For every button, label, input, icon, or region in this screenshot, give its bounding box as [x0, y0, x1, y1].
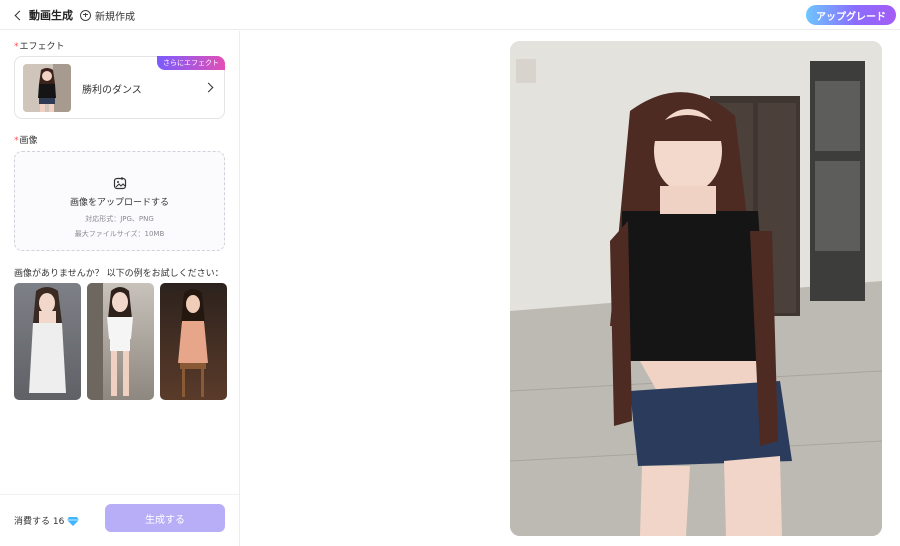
new-creation-button[interactable]: 新規作成 [80, 6, 135, 24]
required-mark: * [14, 136, 19, 146]
video-preview [510, 41, 882, 536]
credit-cost-label: 消費する 16 [14, 517, 65, 527]
example-image-1-art [29, 287, 66, 393]
diamond-icon [67, 516, 80, 526]
effect-label-text: エフェクト [19, 42, 65, 52]
new-creation-label: 新規作成 [95, 11, 135, 23]
example-images [14, 283, 227, 400]
example-image-3-art [178, 289, 208, 397]
upload-formats: 対応形式：JPG、PNG [85, 215, 154, 223]
settings-panel: *エフェクト 勝利のダンス さらにエフェクト *画像 画像をアップロードする 対… [0, 31, 240, 546]
plus-circle-icon [80, 9, 91, 21]
example-image-2[interactable] [87, 283, 154, 400]
effect-selector[interactable]: 勝利のダンス さらにエフェクト [14, 56, 225, 119]
preview-image [510, 41, 882, 536]
example-image-3[interactable] [160, 283, 227, 400]
generate-button[interactable]: 生成する [105, 504, 225, 532]
back-button[interactable]: 動画生成 [13, 6, 77, 24]
examples-label: 画像がありませんか？ 以下の例をお試しください： [14, 269, 224, 279]
required-mark: * [14, 42, 19, 52]
footer-bar: 消費する 16 生成する [0, 494, 239, 546]
credit-cost: 消費する 16 [14, 514, 80, 527]
more-effects-badge[interactable]: さらにエフェクト [157, 56, 225, 70]
upload-max-size: 最大ファイルサイズ：10MB [74, 230, 165, 238]
example-image-1[interactable] [14, 283, 81, 400]
effect-thumbnail [23, 64, 71, 112]
upload-title: 画像をアップロードする [69, 198, 169, 208]
image-section-label: *画像 [14, 133, 38, 146]
chevron-left-icon [14, 10, 25, 20]
image-upload-icon [113, 177, 126, 190]
effect-name: 勝利のダンス [82, 85, 142, 96]
upgrade-button[interactable]: アップグレード [806, 5, 896, 25]
top-bar: 動画生成 新規作成 アップグレード [0, 0, 900, 30]
effect-section-label: *エフェクト [14, 39, 65, 52]
chevron-right-icon [203, 82, 214, 93]
effect-thumbnail-image [23, 64, 71, 112]
image-label-text: 画像 [19, 136, 38, 146]
image-upload-area[interactable]: 画像をアップロードする 対応形式：JPG、PNG 最大ファイルサイズ：10MB [14, 151, 225, 251]
example-image-2-art [87, 283, 133, 400]
page-title: 動画生成 [29, 9, 73, 22]
